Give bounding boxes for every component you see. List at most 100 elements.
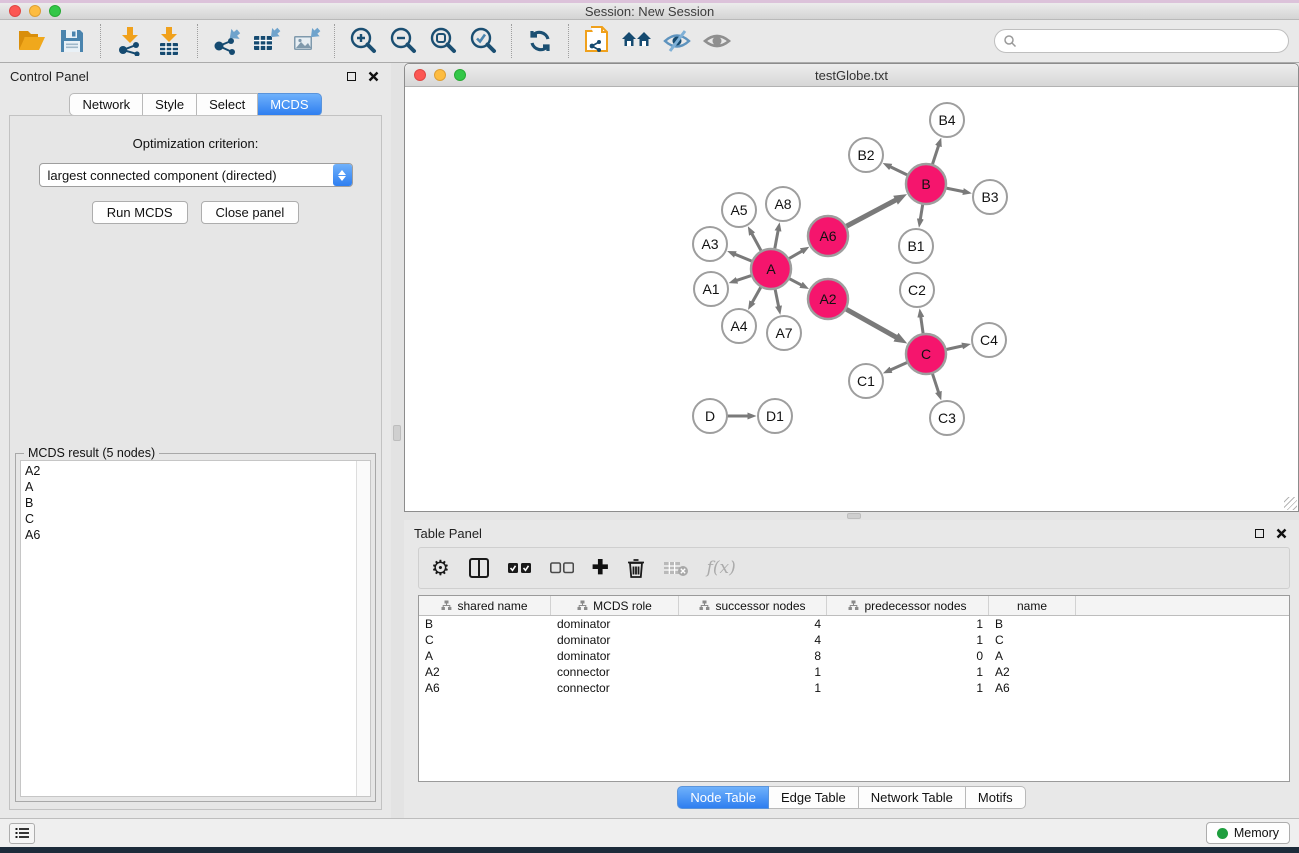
task-history-button[interactable] <box>9 823 35 844</box>
table-cell[interactable]: 1 <box>827 664 989 680</box>
column-header[interactable]: shared name <box>419 596 551 615</box>
result-list-scrollbar[interactable] <box>356 461 370 796</box>
mcds-result-item[interactable]: A <box>25 479 352 495</box>
new-network-from-selection-icon[interactable] <box>580 24 614 58</box>
table-cell[interactable]: B <box>989 616 1076 632</box>
open-file-icon[interactable] <box>15 24 49 58</box>
close-panel-button[interactable]: Close panel <box>201 201 300 224</box>
window-resize-grip-icon[interactable] <box>1284 497 1297 510</box>
table-row[interactable]: Adominator80A <box>419 648 1289 664</box>
export-image-icon[interactable] <box>289 24 323 58</box>
divider-grip[interactable] <box>847 513 861 519</box>
network-canvas[interactable]: AA1A3A5A8A4A7A6A2BB2B4B3B1CC2C1C4C3DD1 <box>405 87 1298 511</box>
divider-grip[interactable] <box>393 425 401 441</box>
mcds-result-item[interactable]: C <box>25 511 352 527</box>
table-cell[interactable]: 0 <box>827 648 989 664</box>
graph-node-label: A <box>766 261 776 277</box>
toolbar-search-field[interactable] <box>994 29 1289 53</box>
node-table[interactable]: shared nameMCDS rolesuccessor nodesprede… <box>418 595 1290 782</box>
table-cell[interactable]: 1 <box>679 680 827 696</box>
zoom-in-icon[interactable] <box>346 24 380 58</box>
panel-divider-horizontal[interactable] <box>404 512 1299 520</box>
optimization-criterion-value: largest connected component (directed) <box>40 168 333 183</box>
graph-node-label: C1 <box>857 373 875 389</box>
zoom-fit-icon[interactable] <box>426 24 460 58</box>
table-cell[interactable]: C <box>419 632 551 648</box>
optimization-criterion-select[interactable]: largest connected component (directed) <box>39 163 353 187</box>
table-cell[interactable]: A <box>419 648 551 664</box>
table-cell[interactable]: connector <box>551 680 679 696</box>
table-cell[interactable]: dominator <box>551 616 679 632</box>
export-table-icon[interactable] <box>249 24 283 58</box>
tab-select[interactable]: Select <box>197 93 258 116</box>
table-cell[interactable]: 4 <box>679 632 827 648</box>
table-cell[interactable]: A2 <box>989 664 1076 680</box>
mcds-result-item[interactable]: A2 <box>25 463 352 479</box>
table-cell[interactable]: connector <box>551 664 679 680</box>
column-header[interactable]: predecessor nodes <box>827 596 989 615</box>
tab-motifs[interactable]: Motifs <box>966 786 1026 809</box>
settings-gear-icon[interactable]: ⚙ <box>431 553 450 583</box>
float-table-panel-icon[interactable] <box>1251 525 1267 541</box>
column-header[interactable]: MCDS role <box>551 596 679 615</box>
control-panel-tabs: Network Style Select MCDS <box>0 93 391 116</box>
column-header[interactable]: name <box>989 596 1076 615</box>
delete-column-icon[interactable] <box>627 553 645 583</box>
table-cell[interactable]: C <box>989 632 1076 648</box>
deselect-all-icon[interactable] <box>550 553 574 583</box>
float-panel-icon[interactable] <box>343 68 359 84</box>
run-mcds-button[interactable]: Run MCDS <box>92 201 188 224</box>
table-row[interactable]: A2connector11A2 <box>419 664 1289 680</box>
panel-divider-vertical[interactable] <box>391 63 404 818</box>
table-cell[interactable]: 1 <box>827 680 989 696</box>
graph-node-label: A7 <box>775 325 792 341</box>
save-session-icon[interactable] <box>55 24 89 58</box>
network-view-window: testGlobe.txt AA1A3A5A8A4A7A6A2BB2B4B3B1… <box>404 63 1299 512</box>
tab-mcds[interactable]: MCDS <box>258 93 321 116</box>
import-network-icon[interactable] <box>112 24 146 58</box>
tab-node-table[interactable]: Node Table <box>677 786 769 809</box>
close-panel-icon[interactable] <box>365 68 381 84</box>
table-cell[interactable]: A2 <box>419 664 551 680</box>
mcds-result-item[interactable]: A6 <box>25 527 352 543</box>
mcds-result-item[interactable]: B <box>25 495 352 511</box>
table-cell[interactable]: dominator <box>551 632 679 648</box>
refresh-icon[interactable] <box>523 24 557 58</box>
table-row[interactable]: Bdominator41B <box>419 616 1289 632</box>
column-header[interactable]: successor nodes <box>679 596 827 615</box>
table-cell[interactable]: B <box>419 616 551 632</box>
table-cell[interactable]: 4 <box>679 616 827 632</box>
table-cell[interactable]: 8 <box>679 648 827 664</box>
zoom-out-icon[interactable] <box>386 24 420 58</box>
show-all-icon[interactable] <box>700 24 734 58</box>
column-browser-icon[interactable] <box>468 553 490 583</box>
add-column-icon[interactable]: ✚ <box>592 553 609 583</box>
graph-node-label: A5 <box>730 202 747 218</box>
table-cell[interactable]: A6 <box>419 680 551 696</box>
graph-node-label: B2 <box>857 147 874 163</box>
table-row[interactable]: A6connector11A6 <box>419 680 1289 696</box>
zoom-selected-icon[interactable] <box>466 24 500 58</box>
mcds-result-list[interactable]: A2ABCA6 <box>21 461 356 796</box>
table-cell[interactable]: A6 <box>989 680 1076 696</box>
tab-edge-table[interactable]: Edge Table <box>769 786 859 809</box>
export-network-icon[interactable] <box>209 24 243 58</box>
table-cell[interactable]: 1 <box>827 616 989 632</box>
import-table-icon[interactable] <box>152 24 186 58</box>
attribute-icon <box>577 600 588 611</box>
table-cell[interactable]: dominator <box>551 648 679 664</box>
tab-style[interactable]: Style <box>143 93 197 116</box>
graph-node-label: D1 <box>766 408 784 424</box>
table-cell[interactable]: 1 <box>827 632 989 648</box>
tab-network-table[interactable]: Network Table <box>859 786 966 809</box>
home-levels-icon[interactable] <box>620 24 654 58</box>
tab-network[interactable]: Network <box>69 93 143 116</box>
memory-button[interactable]: Memory <box>1206 822 1290 844</box>
close-table-panel-icon[interactable] <box>1273 525 1289 541</box>
table-row[interactable]: Cdominator41C <box>419 632 1289 648</box>
search-input[interactable] <box>1017 32 1288 50</box>
table-cell[interactable]: A <box>989 648 1076 664</box>
hide-selected-icon[interactable] <box>660 24 694 58</box>
select-all-icon[interactable] <box>508 553 532 583</box>
table-cell[interactable]: 1 <box>679 664 827 680</box>
